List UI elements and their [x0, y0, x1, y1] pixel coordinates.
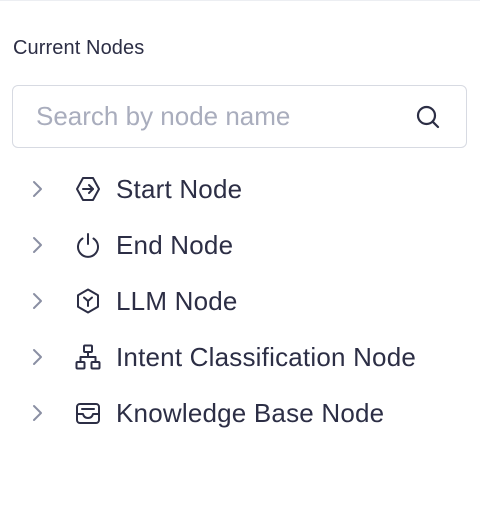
search-icon[interactable]	[414, 103, 442, 131]
chevron-right-icon[interactable]	[30, 235, 44, 255]
search-input[interactable]	[13, 86, 414, 147]
start-node-icon	[74, 175, 102, 203]
node-label: LLM Node	[116, 285, 238, 316]
tree-item-end-node[interactable]: End Node	[0, 217, 480, 273]
chevron-right-icon[interactable]	[30, 291, 44, 311]
chevron-right-icon[interactable]	[30, 179, 44, 199]
chevron-right-icon[interactable]	[30, 403, 44, 423]
node-label: Start Node	[116, 173, 243, 204]
section-title: Current Nodes	[13, 37, 145, 59]
tree-item-intent-classification-node[interactable]: Intent Classification Node	[0, 329, 480, 385]
node-label: Knowledge Base Node	[116, 397, 385, 428]
inbox-icon	[74, 399, 102, 427]
tree-item-knowledge-base-node[interactable]: Knowledge Base Node	[0, 385, 480, 441]
power-icon	[74, 231, 102, 259]
node-label: End Node	[116, 229, 234, 260]
chevron-right-icon[interactable]	[30, 347, 44, 367]
tree-item-start-node[interactable]: Start Node	[0, 161, 480, 217]
hierarchy-icon	[74, 343, 102, 371]
llm-hexagon-icon	[74, 287, 102, 315]
tree-item-llm-node[interactable]: LLM Node	[0, 273, 480, 329]
node-label: Intent Classification Node	[116, 341, 417, 372]
current-nodes-panel: Current Nodes Sta	[0, 0, 480, 510]
search-box[interactable]	[12, 85, 467, 148]
